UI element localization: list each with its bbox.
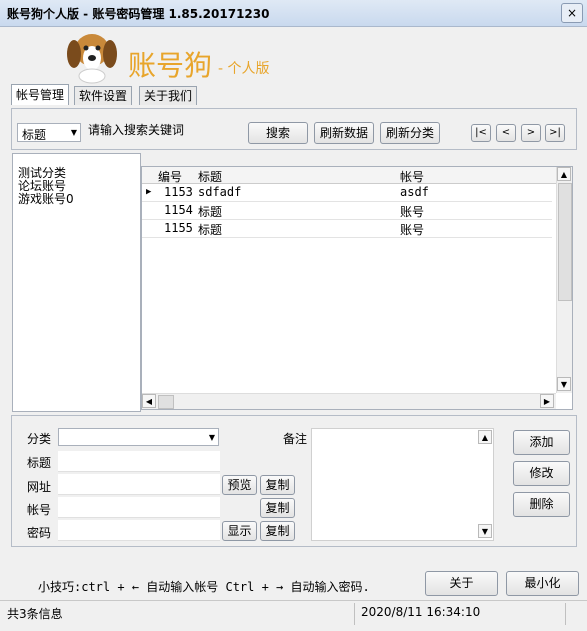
search-button[interactable]: 搜索 <box>248 122 308 144</box>
scroll-down-icon[interactable]: ▼ <box>478 524 492 538</box>
title-label: 标题 <box>27 456 52 470</box>
dog-logo-icon <box>67 34 117 84</box>
scroll-up-icon[interactable]: ▲ <box>557 167 571 181</box>
table-row[interactable]: 1154 标题 账号 <box>142 202 552 220</box>
category-select[interactable]: ▼ <box>58 428 219 446</box>
column-header-account[interactable]: 帐号 <box>400 168 424 185</box>
grid-horizontal-scrollbar[interactable]: ◀ ▶ <box>142 393 556 409</box>
accounts-grid[interactable]: 编号 标题 帐号 ▶ 1153 sdfadf asdf 1154 标题 账号 1… <box>141 166 573 410</box>
show-password-button[interactable]: 显示 <box>222 521 257 541</box>
grid-vertical-scrollbar[interactable]: ▲ ▼ <box>556 167 572 393</box>
copy-password-button[interactable]: 复制 <box>260 521 295 541</box>
title-bar: 账号狗个人版 - 账号密码管理 1.85.20171230 × <box>0 0 587 27</box>
status-bar <box>0 600 587 631</box>
url-field[interactable] <box>58 474 220 495</box>
remark-label: 备注 <box>283 432 308 446</box>
url-label: 网址 <box>27 480 52 494</box>
category-list[interactable]: 测试分类 论坛账号 游戏账号0 <box>12 153 141 412</box>
scroll-up-icon[interactable]: ▲ <box>478 430 492 444</box>
search-input[interactable]: 请输入搜索关键词 <box>88 123 242 142</box>
table-row[interactable]: 1155 标题 账号 <box>142 220 552 238</box>
search-field-value: 标题 <box>22 128 47 142</box>
row-title: sdfadf <box>198 185 242 199</box>
about-button[interactable]: 关于 <box>425 571 498 596</box>
window-title: 账号狗个人版 - 账号密码管理 1.85.20171230 <box>7 7 270 21</box>
add-button[interactable]: 添加 <box>513 430 570 455</box>
scroll-thumb[interactable] <box>158 395 174 409</box>
grid-header: 编号 标题 帐号 <box>142 167 556 184</box>
account-field[interactable] <box>58 497 220 518</box>
chevron-down-icon: ▼ <box>70 128 77 137</box>
account-label: 帐号 <box>27 503 52 517</box>
remark-textarea[interactable]: ▲ ▼ <box>311 428 494 541</box>
status-separator <box>354 603 355 625</box>
scroll-thumb[interactable] <box>558 183 572 301</box>
tab-software-settings[interactable]: 软件设置 <box>74 86 133 105</box>
status-datetime: 2020/8/11 16:34:10 <box>361 605 481 619</box>
row-id: 1155 <box>164 221 193 235</box>
preview-button[interactable]: 预览 <box>222 475 257 495</box>
scroll-left-icon[interactable]: ◀ <box>142 394 156 408</box>
row-account: 账号 <box>400 205 425 219</box>
refresh-category-button[interactable]: 刷新分类 <box>380 122 440 144</box>
delete-button[interactable]: 删除 <box>513 492 570 517</box>
title-field[interactable] <box>58 451 220 472</box>
column-header-id[interactable]: 编号 <box>158 168 182 185</box>
edit-button[interactable]: 修改 <box>513 461 570 486</box>
last-page-button[interactable]: >| <box>545 124 565 142</box>
chevron-down-icon: ▼ <box>208 433 215 442</box>
scroll-right-icon[interactable]: ▶ <box>540 394 554 408</box>
brand-name: 账号狗 <box>128 49 213 82</box>
row-account: asdf <box>400 185 429 199</box>
record-count: 共3条信息 <box>7 607 63 621</box>
first-page-button[interactable]: |< <box>471 124 491 142</box>
refresh-data-button[interactable]: 刷新数据 <box>314 122 374 144</box>
category-label: 分类 <box>27 432 52 446</box>
brand-suffix: - 个人版 <box>218 61 270 77</box>
column-header-title[interactable]: 标题 <box>198 168 222 185</box>
tab-account-management[interactable]: 帐号管理 <box>11 84 70 105</box>
row-id: 1153 <box>164 185 193 199</box>
tab-about-us[interactable]: 关于我们 <box>139 86 198 105</box>
table-row[interactable]: ▶ 1153 sdfadf asdf <box>142 184 552 202</box>
status-separator <box>565 603 566 625</box>
password-field[interactable] <box>58 520 220 541</box>
password-label: 密码 <box>27 526 52 540</box>
next-page-button[interactable]: > <box>521 124 541 142</box>
close-button[interactable]: × <box>561 3 583 23</box>
row-title: 标题 <box>198 205 223 219</box>
row-account: 账号 <box>400 223 425 237</box>
search-field-select[interactable]: 标题 ▼ <box>17 123 81 142</box>
copy-url-button[interactable]: 复制 <box>260 475 295 495</box>
current-row-icon: ▶ <box>146 187 152 197</box>
minimize-button[interactable]: 最小化 <box>506 571 579 596</box>
shortcut-tip: 小技巧:ctrl + ← 自动输入帐号 Ctrl + → 自动输入密码. <box>38 580 370 594</box>
category-item[interactable]: 游戏账号0 <box>18 193 74 206</box>
row-title: 标题 <box>198 223 223 237</box>
prev-page-button[interactable]: < <box>496 124 516 142</box>
row-id: 1154 <box>164 203 193 217</box>
scroll-down-icon[interactable]: ▼ <box>557 377 571 391</box>
copy-account-button[interactable]: 复制 <box>260 498 295 518</box>
